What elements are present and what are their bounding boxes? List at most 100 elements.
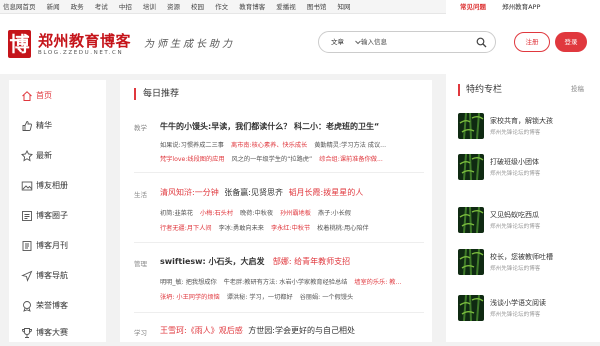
post-link[interactable]: 初简:韭菜花 (160, 210, 193, 217)
sidebar-item-monthly[interactable]: 博客月刊 (9, 233, 106, 259)
search-type-select[interactable]: 文章 (331, 32, 344, 52)
post-title[interactable]: swiftiesw: 小石头，大启发 (160, 257, 265, 266)
circle-icon (22, 211, 32, 221)
bamboo-thumbnail-icon (458, 154, 484, 180)
nav-link-library[interactable]: 图书馆 (307, 3, 327, 11)
post-link[interactable]: 明明_敏: 把我想成你 (160, 279, 217, 286)
post-link[interactable]: 综合组:课前准备你做... (319, 156, 383, 163)
sidebar-item-honor[interactable]: 荣誉博客 (9, 293, 106, 319)
post-link[interactable]: 风之的一年级学生的“拉路虎” (232, 156, 313, 163)
sidebar-item-label: 首页 (36, 91, 52, 100)
panel-title: 特约专栏 (458, 84, 502, 96)
card-title[interactable]: 浅谈小学语文阅读 (490, 298, 546, 308)
post-link[interactable]: 谭洪秘: 学习，一切都好 (227, 294, 293, 301)
sidebar-item-album[interactable]: 博友相册 (9, 173, 106, 199)
post-link[interactable]: 梵宇love:线段图的应用 (160, 156, 225, 163)
contribute-link[interactable]: 投稿 (571, 83, 584, 93)
search-input[interactable]: 输入信息 (361, 32, 387, 52)
post-link[interactable]: 黄勤精灵:学习方法 成议... (314, 142, 386, 149)
nav-link-resources[interactable]: 资源 (167, 3, 180, 11)
post-link[interactable]: 墙室的乐乐: 教... (354, 279, 401, 286)
search-icon[interactable] (476, 37, 487, 48)
card-title[interactable]: 打破班级小团体 (490, 157, 539, 167)
app-link[interactable]: 郑州教育APP (502, 3, 540, 11)
post-link[interactable]: 离市南:核心素养、快乐成长 (231, 142, 307, 149)
section-title: 每日推荐 (134, 88, 179, 100)
nav-link-home[interactable]: 信息网首页 (3, 3, 36, 11)
sidebar-item-latest[interactable]: 最新 (9, 143, 106, 169)
post-link[interactable]: 如果说:习惯养成二三事 (160, 142, 224, 149)
sidebar-item-featured[interactable]: 精华 (9, 113, 106, 139)
monthly-icon (22, 241, 32, 251)
sidebar-item-circle[interactable]: 博客圈子 (9, 203, 106, 229)
column-card[interactable]: 家校共育，解锁大孩 郑州先锋论坛的博客 (458, 113, 598, 143)
sidebar-item-label: 精华 (36, 121, 52, 130)
slogan: 为师生成长助力 (144, 39, 235, 50)
logo-title[interactable]: 郑州教育博客 (38, 30, 131, 51)
nav-link-exam[interactable]: 考试 (95, 3, 108, 11)
post-link[interactable]: 李永红:中秋节 (271, 225, 310, 232)
post-title-group: swiftiesw: 小石头，大启发 郜娜: 给青年教师支招 (160, 256, 350, 267)
post-title[interactable]: 郜娜: 给青年教师支招 (273, 257, 350, 266)
navigation-icon (21, 270, 33, 282)
home-icon (22, 91, 32, 101)
nav-link-news[interactable]: 新闻 (47, 3, 60, 11)
bamboo-thumbnail-icon (458, 295, 484, 321)
sidebar-item-home[interactable]: 首页 (9, 83, 106, 109)
post-link[interactable]: 李冰:勇敢向未来 (219, 225, 264, 232)
special-column-panel: 特约专栏 投稿 家校共育，解锁大孩 郑州先锋论坛的博客 打破班级小团体 郑州先锋… (446, 80, 600, 342)
post-links-row: 梵宇love:线段图的应用 风之的一年级学生的“拉路虎” 综合组:课前准备你做.… (160, 154, 388, 163)
help-link[interactable]: 常见问题 (460, 3, 486, 11)
post-category[interactable]: 生活 (134, 189, 147, 199)
column-card[interactable]: 打破班级小团体 郑州先锋论坛的博客 (458, 154, 598, 184)
nav-link-composition[interactable]: 作文 (215, 3, 228, 11)
card-title[interactable]: 校长，您被教师吐槽 (490, 252, 553, 262)
card-title[interactable]: 家校共育，解锁大孩 (490, 116, 553, 126)
post-link[interactable]: 牛老胖:教研有方法: 水岩小学家教育经验总结 (224, 279, 348, 286)
sidebar-item-navigation[interactable]: 博客导航 (9, 263, 106, 289)
post-link[interactable]: 枚着桃桃:用心陪伴 (317, 225, 369, 232)
column-card[interactable]: 浅谈小学语文阅读 郑州先锋论坛的博客 (458, 295, 598, 325)
post-link[interactable]: 谷丽娟: 一个假馒头 (300, 294, 354, 301)
divider (134, 312, 424, 313)
register-button[interactable]: 注册 (514, 32, 550, 52)
post-title[interactable]: 牛牛的小馒头:早读，我们都读什么？ 科二小：老虎班的卫生“ (160, 121, 379, 132)
card-source: 郑州先锋论坛的博客 (490, 312, 541, 318)
post-title[interactable]: 张备赢:见贤思齐 (224, 188, 283, 197)
post-link[interactable]: 燕子:小长假 (318, 210, 351, 217)
search-box[interactable]: 文章 输入信息 (318, 31, 496, 53)
sidebar-item-label: 博友相册 (36, 181, 68, 190)
login-button[interactable]: 登录 (555, 32, 587, 52)
trophy-icon (22, 328, 32, 338)
post-link[interactable]: 孙州霸地板 (280, 210, 311, 217)
album-icon (21, 181, 33, 191)
new-icon (21, 150, 33, 162)
post-links-row: 明明_敏: 把我想成你 牛老胖:教研有方法: 水岩小学家教育经验总结 墙室的乐乐… (160, 277, 406, 286)
post-title[interactable]: 清风知浒:一分钟 (160, 188, 219, 197)
nav-link-blog[interactable]: 教育博客 (239, 3, 265, 11)
site-nav: 信息网首页 新闻 政务 考试 中招 培训 资源 校园 作文 教育博客 爱播视 图… (3, 0, 359, 14)
sidebar-item-contest[interactable]: 博客大赛 (9, 320, 106, 346)
nav-link-campus[interactable]: 校园 (191, 3, 204, 11)
post-title[interactable]: 韬月长霞:拨星星的人 (289, 188, 364, 197)
logo-char: 博 (10, 32, 30, 56)
nav-link-zhongzhao[interactable]: 中招 (119, 3, 132, 11)
post-link[interactable]: 晚荷:中秋夜 (240, 210, 273, 217)
post-link[interactable]: 行者无疆:月下人间 (160, 225, 212, 232)
post-category[interactable]: 学习 (134, 327, 147, 337)
column-card[interactable]: 又见蚂蚁吃西瓜 郑州先锋论坛的博客 (458, 207, 598, 237)
post-title[interactable]: 方世园:学会更好的与自己相处 (248, 326, 355, 335)
post-link[interactable]: 小梅:石头村 (200, 210, 233, 217)
nav-link-government[interactable]: 政务 (71, 3, 84, 11)
nav-link-video[interactable]: 爱播视 (276, 3, 296, 11)
post-category[interactable]: 教学 (134, 122, 147, 132)
post-category[interactable]: 管理 (134, 258, 147, 268)
logo-icon[interactable]: 博 (6, 24, 33, 64)
nav-link-training[interactable]: 培训 (143, 3, 156, 11)
post-link[interactable]: 张坍: 小王同学的烦恼 (160, 294, 220, 301)
card-title[interactable]: 又见蚂蚁吃西瓜 (490, 210, 539, 220)
post-title[interactable]: 王雪珂:《雨人》观后感 (160, 326, 243, 335)
column-card[interactable]: 校长，您被教师吐槽 郑州先锋论坛的博客 (458, 249, 598, 279)
main-content: 每日推荐 教学 牛牛的小馒头:早读，我们都读什么？ 科二小：老虎班的卫生“ 如果… (120, 80, 432, 342)
nav-link-cnki[interactable]: 知网 (337, 3, 350, 11)
